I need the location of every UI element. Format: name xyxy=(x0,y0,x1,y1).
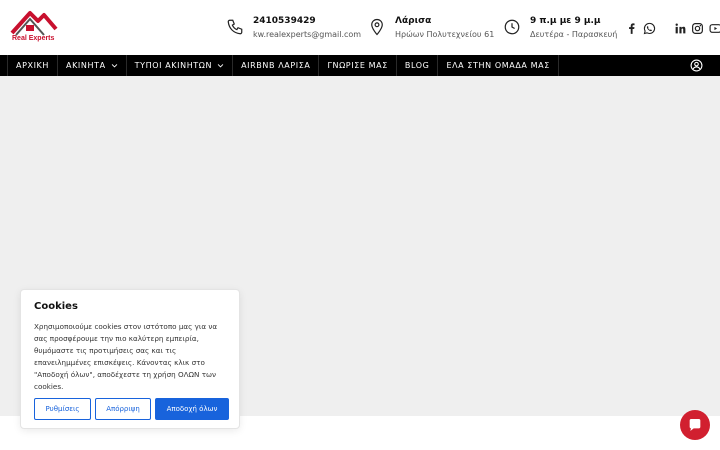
nav-item-airbnb[interactable]: AIRBNB ΛΑΡΙΣΑ xyxy=(233,55,320,76)
site-header: Real Experts 2410539429 kw.realexperts@g… xyxy=(0,0,720,55)
nav-item-blog[interactable]: BLOG xyxy=(397,55,439,76)
nav-item-home[interactable]: ΑΡΧΙΚΗ xyxy=(7,55,58,76)
map-pin-icon xyxy=(371,18,383,36)
email-address[interactable]: kw.realexperts@gmail.com xyxy=(253,29,361,41)
nav-item-properties[interactable]: ΑΚΙΝΗΤΑ xyxy=(58,55,127,76)
location-address: Ηρώων Πολυτεχνείου 61 xyxy=(395,30,495,39)
cookie-text: Χρησιμοποιούμε cookies στον ιστότοπο μας… xyxy=(34,322,218,391)
phone-number[interactable]: 2410539429 xyxy=(253,15,361,27)
chevron-down-icon xyxy=(217,64,224,68)
instagram-icon[interactable] xyxy=(691,20,704,34)
social-links xyxy=(625,20,720,35)
linkedin-icon[interactable] xyxy=(674,20,687,34)
location-block: Λάρισα Ηρώων Πολυτεχνείου 61 xyxy=(368,15,494,41)
cookie-consent-dialog: Cookies Χρησιμοποιούμε cookies στον ιστό… xyxy=(20,289,240,429)
house-logo-icon xyxy=(10,11,58,36)
nav-item-about[interactable]: ΓΝΩΡΙΣΕ ΜΑΣ xyxy=(319,55,397,76)
nav-item-property-types[interactable]: ΤΥΠΟΙ ΑΚΙΝΗΤΩΝ xyxy=(127,55,234,76)
user-account-icon[interactable] xyxy=(690,59,703,72)
chat-widget-button[interactable] xyxy=(680,410,710,440)
cookie-buttons: Ρυθμίσεις Απόρριψη Αποδοχή όλων xyxy=(34,398,229,420)
cookie-reject-button[interactable]: Απόρριψη xyxy=(95,398,151,420)
whatsapp-icon[interactable] xyxy=(643,20,656,35)
youtube-icon[interactable] xyxy=(709,20,720,33)
cookie-title: Cookies xyxy=(34,301,78,312)
facebook-icon[interactable] xyxy=(625,20,638,34)
hours-block: 9 π.μ με 9 μ.μ Δευτέρα - Παρασκευή xyxy=(503,15,617,41)
main-nav: ΑΡΧΙΚΗ ΑΚΙΝΗΤΑ ΤΥΠΟΙ ΑΚΙΝΗΤΩΝ AIRBNB ΛΑΡ… xyxy=(0,55,720,76)
hours-days: Δευτέρα - Παρασκευή xyxy=(530,30,618,39)
cookie-accept-button[interactable]: Αποδοχή όλων xyxy=(155,398,229,420)
phone-icon xyxy=(227,19,243,35)
chevron-down-icon xyxy=(111,64,117,68)
cookie-settings-button[interactable]: Ρυθμίσεις xyxy=(34,398,91,420)
nav-item-join-team[interactable]: ΕΛΑ ΣΤΗΝ ΟΜΑΔΑ ΜΑΣ xyxy=(438,55,559,76)
logo-brand-text: Real Experts xyxy=(12,35,55,42)
hours-time: 9 π.μ με 9 μ.μ xyxy=(530,16,601,26)
clock-icon xyxy=(504,19,520,35)
location-city: Λάρισα xyxy=(395,16,432,26)
phone-block: 2410539429 kw.realexperts@gmail.com xyxy=(226,15,361,41)
chat-bubble-icon xyxy=(689,419,701,431)
